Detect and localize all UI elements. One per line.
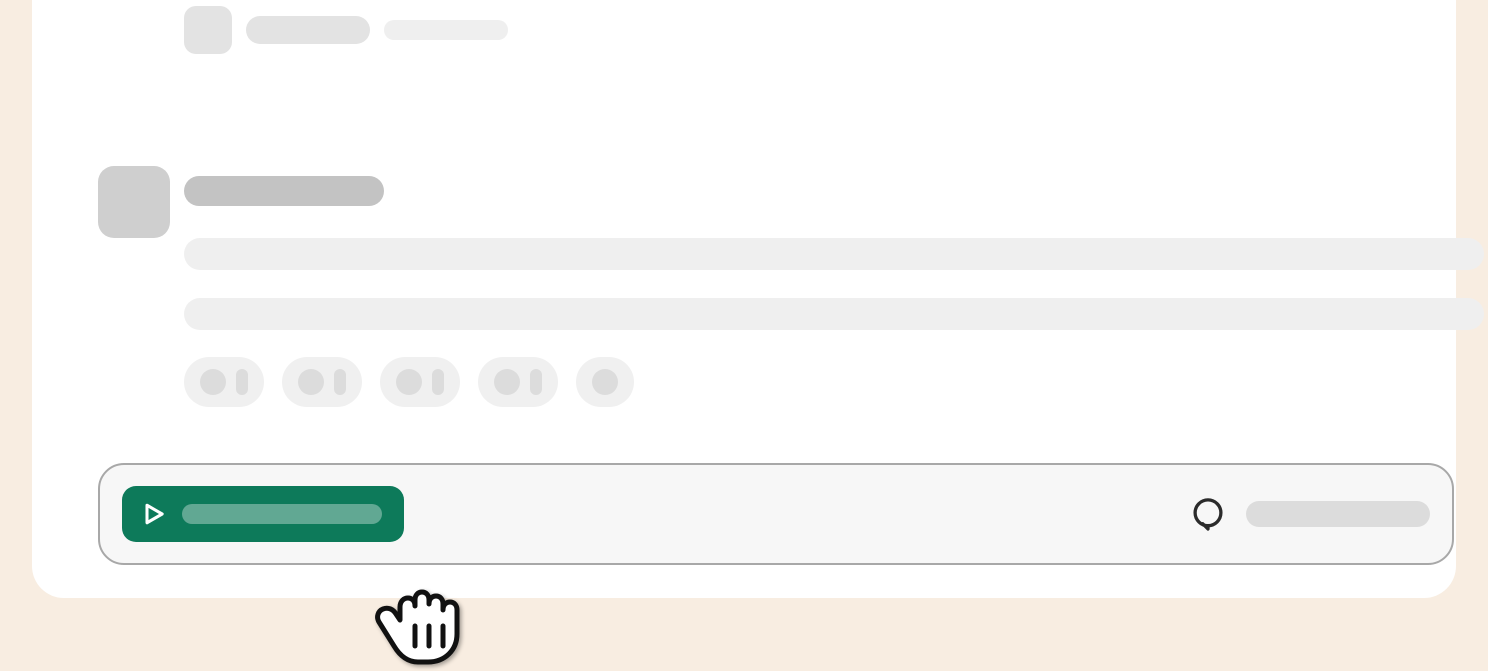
reaction-chip[interactable] (184, 357, 264, 407)
thread-reply-author (246, 16, 370, 44)
thread-reply-timestamp (384, 20, 508, 40)
reaction-chip[interactable] (282, 357, 362, 407)
post-body-line (184, 238, 1484, 270)
reaction-count (334, 369, 346, 395)
reaction-emoji (396, 369, 422, 395)
pointer-cursor-icon (372, 572, 462, 667)
comment-area (1190, 496, 1430, 532)
avatar (98, 166, 170, 238)
play-icon (140, 500, 168, 528)
message-card (32, 0, 1456, 598)
chat-icon[interactable] (1190, 496, 1226, 532)
run-button-label (182, 504, 382, 524)
composer-bar (98, 463, 1454, 565)
reaction-emoji (494, 369, 520, 395)
reaction-emoji (592, 369, 618, 395)
reaction-count (530, 369, 542, 395)
avatar (184, 6, 232, 54)
reaction-emoji (200, 369, 226, 395)
post-author (184, 176, 384, 206)
reaction-bar (184, 357, 634, 407)
reaction-count (432, 369, 444, 395)
reaction-chip[interactable] (478, 357, 558, 407)
reaction-emoji (298, 369, 324, 395)
add-reaction-chip[interactable] (576, 357, 634, 407)
thread-reply-row (184, 6, 508, 54)
reaction-chip[interactable] (380, 357, 460, 407)
post-body-line (184, 298, 1484, 330)
comment-input[interactable] (1246, 501, 1430, 527)
run-button[interactable] (122, 486, 404, 542)
reaction-count (236, 369, 248, 395)
